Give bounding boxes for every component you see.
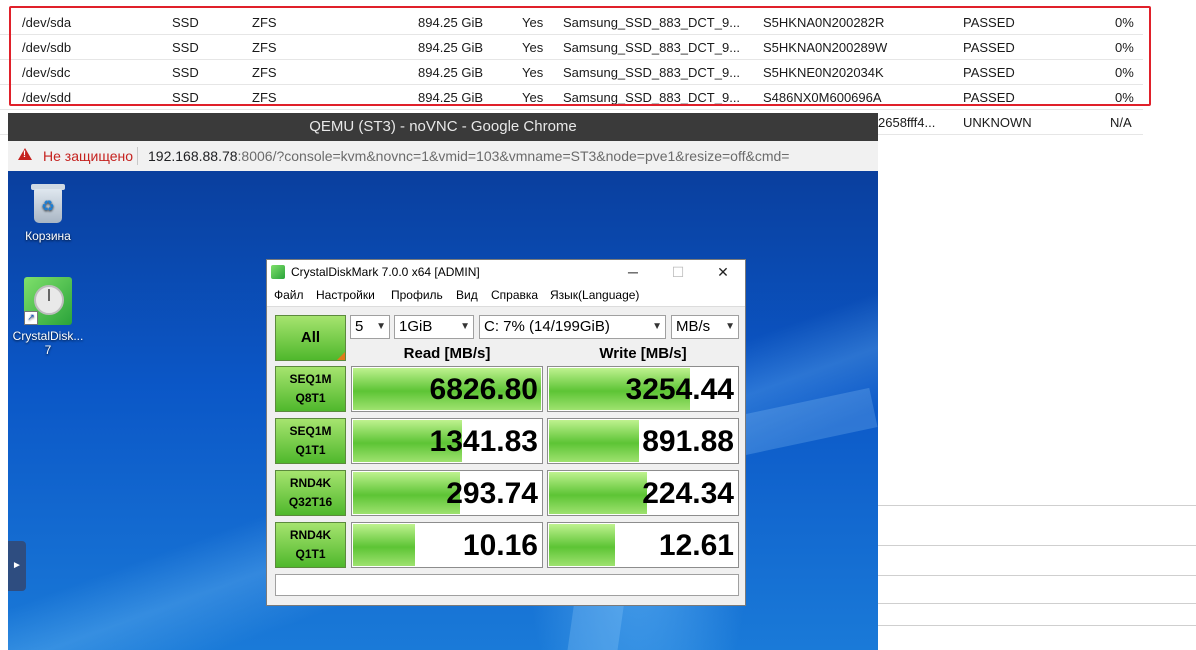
chevron-down-icon: ▼ [725,321,735,332]
close-button[interactable]: ✕ [703,261,743,283]
crystaldiskmark-icon: ↗ [24,277,72,325]
result-value: 224.34 [642,477,734,510]
result-value: 10.16 [462,529,538,562]
result-value: 12.61 [658,529,734,562]
crystaldiskmark-app-icon [271,265,285,279]
url-text[interactable]: 192.168.88.78:8006/?console=kvm&novnc=1&… [148,148,789,164]
desktop-icon-recycle-bin[interactable]: ♻ Корзина [8,181,88,243]
novnc-sidebar-handle[interactable]: ► [8,541,26,591]
warning-icon [18,148,32,160]
result-value: 293.74 [446,477,538,510]
write-header: Write [MB/s] [599,345,687,362]
read-header: Read [MB/s] [403,345,491,362]
crystaldiskmark-window: CrystalDiskMark 7.0.0 x64 [ADMIN] ─ ☐ ✕ … [266,259,746,606]
recycle-bin-icon: ♻ [30,181,66,225]
result-value: 3254.44 [625,373,734,406]
menu-file[interactable]: Файл [274,288,304,302]
test-button-rnd4k-q32t16[interactable]: RND4K Q32T16 [275,470,346,516]
size-value: 1GiB [399,318,433,335]
test-button-seq1m-q1t1[interactable]: SEQ1M Q1T1 [275,418,346,464]
minimize-button[interactable]: ─ [613,261,653,283]
drive-select[interactable]: C: 7% (14/199GiB) ▼ [479,315,666,339]
test-name: SEQ1M [289,424,332,438]
result-bar [549,472,647,514]
test-button-rnd4k-q1t1[interactable]: RND4K Q1T1 [275,522,346,568]
menu-help[interactable]: Справка [491,288,538,302]
url-path: :8006/?console=kvm&novnc=1&vmid=103&vmna… [237,148,790,164]
desktop-icon-label: CrystalDisk... 7 [12,329,84,357]
read-result: 6826.80 [351,366,543,412]
chevron-down-icon: ▼ [460,321,470,332]
unit-value: MB/s [676,318,711,335]
comment-field[interactable] [275,574,739,596]
window-title[interactable]: QEMU (ST3) - noVNC - Google Chrome [8,113,878,141]
count-select[interactable]: 5 ▼ [350,315,390,339]
divider [137,147,138,165]
wearout-cell: N/A [1110,115,1132,130]
proxmox-panel-fragment [878,505,1196,650]
result-bar [549,420,639,462]
test-queue: Q1T1 [295,547,326,561]
result-bar [353,524,415,566]
count-value: 5 [355,318,364,335]
test-name: RND4K [289,476,332,490]
smart-cell: UNKNOWN [963,115,1032,130]
test-name: RND4K [289,528,332,542]
test-queue: Q1T1 [295,443,326,457]
write-result: 12.61 [547,522,739,568]
highlight-box [9,6,1151,106]
read-result: 10.16 [351,522,543,568]
url-host: 192.168.88.78 [148,148,238,164]
test-button-seq1m-q8t1[interactable]: SEQ1M Q8T1 [275,366,346,412]
result-value: 1341.83 [429,425,538,458]
write-result: 3254.44 [547,366,739,412]
result-bar [549,524,615,566]
all-button[interactable]: All [275,315,346,361]
result-value: 6826.80 [429,373,538,406]
menu-view[interactable]: Вид [456,288,478,302]
write-result: 891.88 [547,418,739,464]
menu-language[interactable]: Язык(Language) [550,288,639,302]
chevron-down-icon: ▼ [376,321,386,332]
size-select[interactable]: 1GiB ▼ [394,315,474,339]
cdm-title: CrystalDiskMark 7.0.0 x64 [ADMIN] [291,265,480,279]
desktop-icon-label: Корзина [25,229,71,243]
test-queue: Q8T1 [295,391,326,405]
serial-cell: 2658fff4... [878,115,936,130]
drive-value: C: 7% (14/199GiB) [484,318,610,335]
menu-bar: Файл Настройки Профиль Вид Справка Язык(… [267,284,745,307]
result-bar [353,472,460,514]
maximize-button[interactable]: ☐ [658,261,698,283]
test-queue: Q32T16 [288,495,333,509]
read-result: 293.74 [351,470,543,516]
test-name: SEQ1M [289,372,332,386]
menu-settings[interactable]: Настройки [316,288,375,302]
read-result: 1341.83 [351,418,543,464]
desktop-icon-crystaldiskmark[interactable]: ↗ CrystalDisk... 7 [8,277,88,357]
write-result: 224.34 [547,470,739,516]
cdm-titlebar[interactable]: CrystalDiskMark 7.0.0 x64 [ADMIN] ─ ☐ ✕ [267,260,745,284]
not-secure-label[interactable]: Не защищено [43,148,133,164]
address-bar[interactable]: Не защищено 192.168.88.78:8006/?console=… [8,141,878,172]
chevron-down-icon: ▼ [652,321,662,332]
menu-profile[interactable]: Профиль [391,288,443,302]
result-value: 891.88 [642,425,734,458]
unit-select[interactable]: MB/s ▼ [671,315,739,339]
